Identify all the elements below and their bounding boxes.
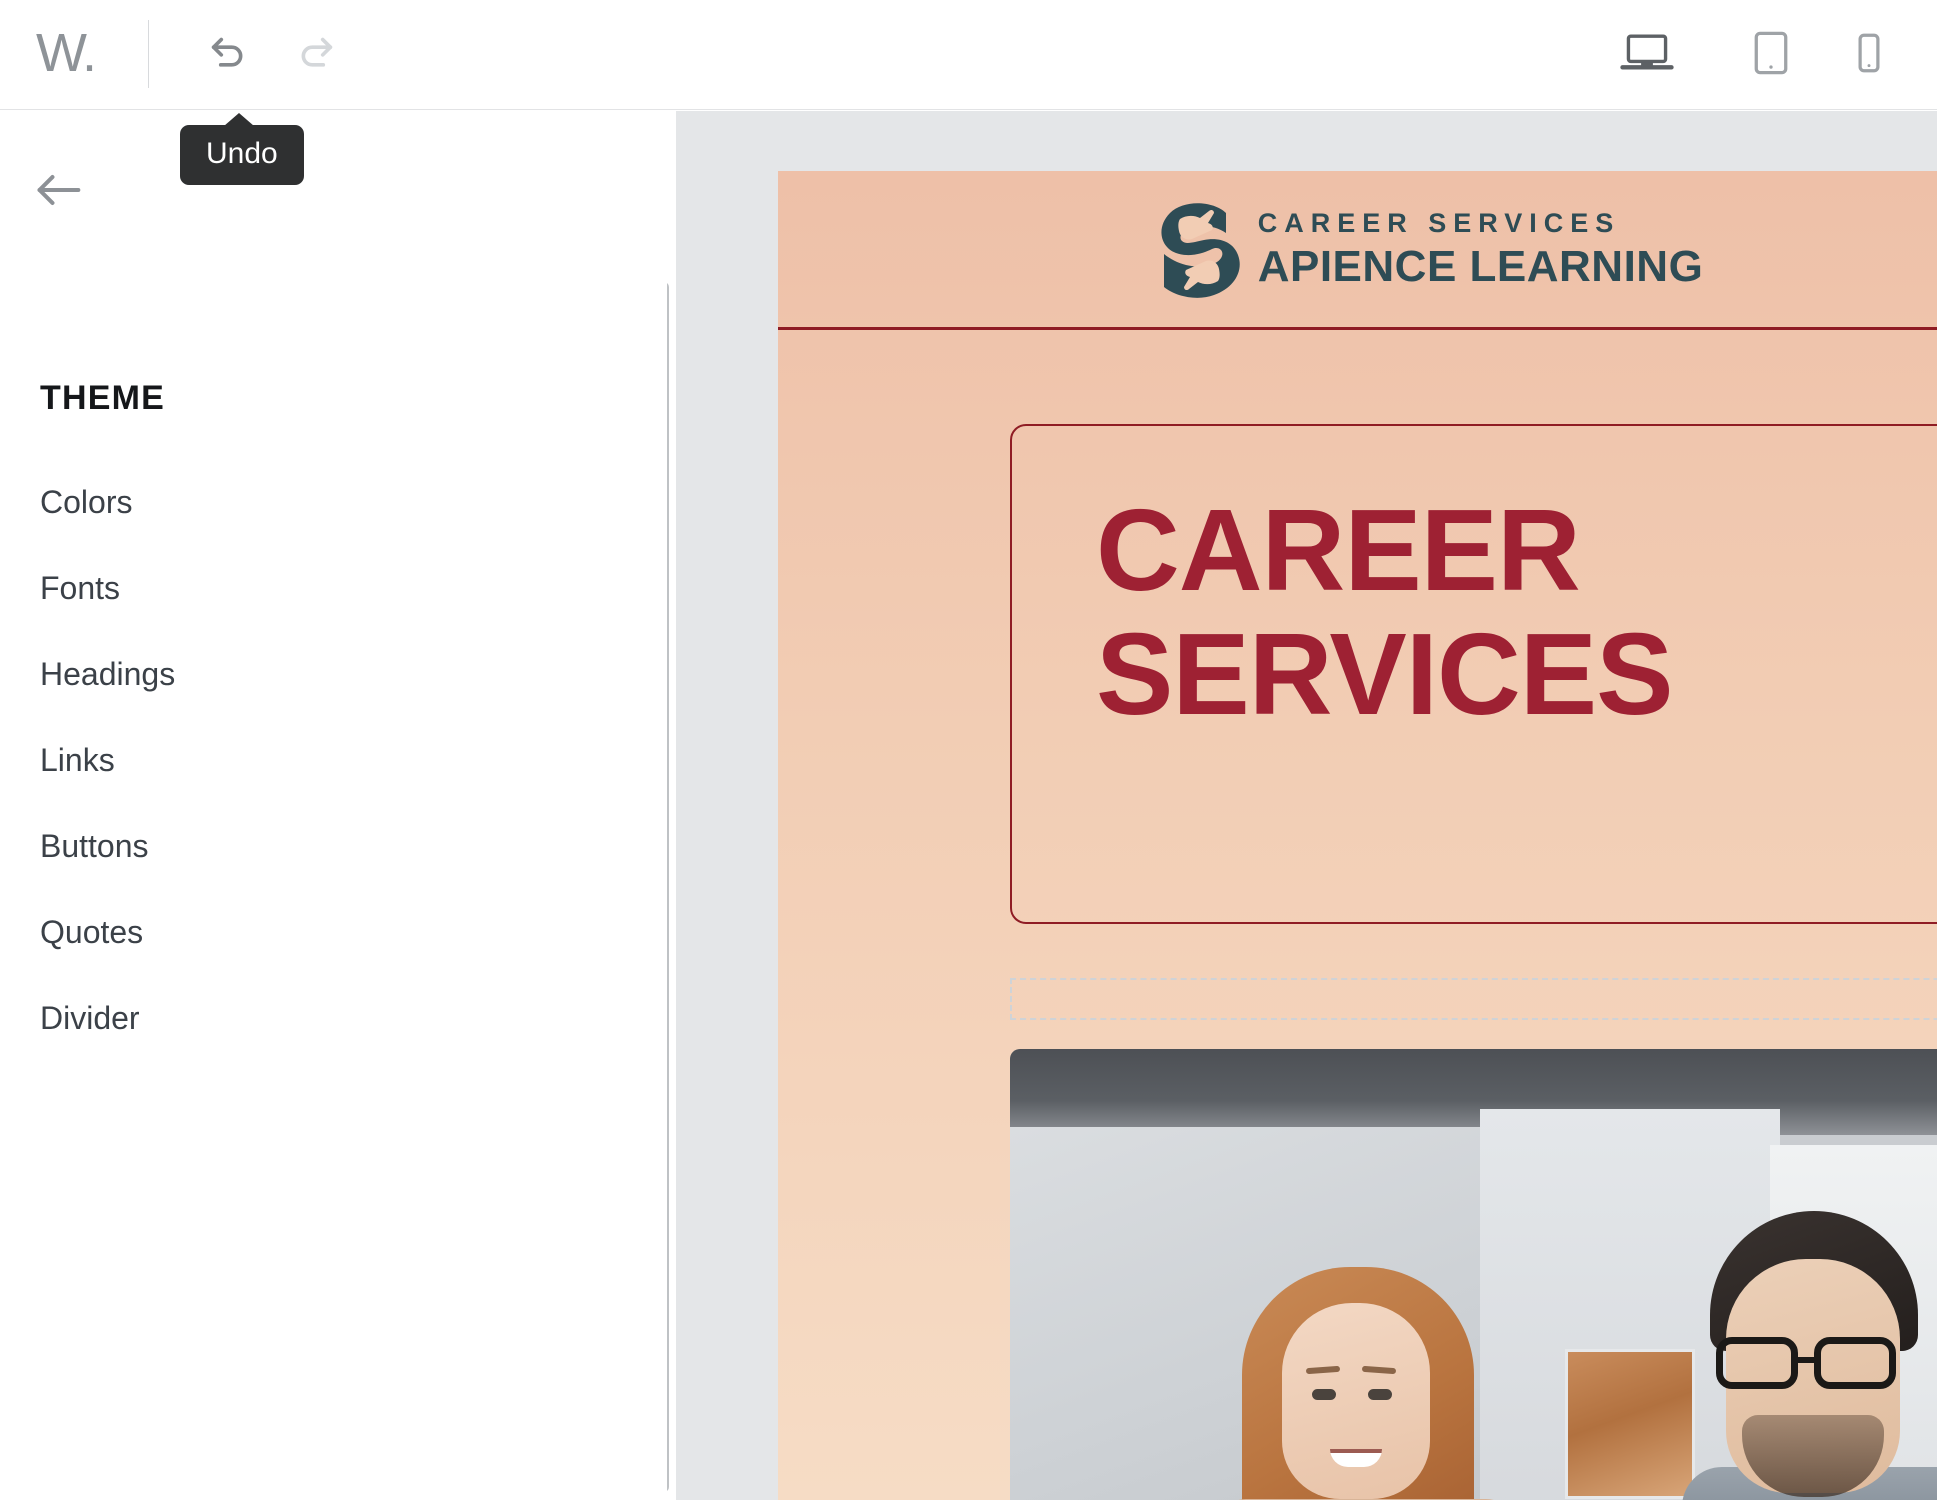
hero-heading-line-1: CAREER — [1096, 485, 1581, 615]
sapience-s-hands-logo-icon — [1152, 193, 1248, 305]
site-header-section[interactable]: CAREER SERVICES APIENCE LEARNING — [778, 171, 1937, 330]
back-button[interactable] — [34, 167, 96, 217]
device-preview-mobile-button[interactable] — [1834, 22, 1904, 88]
sidebar-item-divider[interactable]: Divider — [40, 975, 580, 1061]
sidebar-item-colors[interactable]: Colors — [40, 459, 580, 545]
app-logo[interactable]: W. — [36, 18, 97, 88]
page-title: THEME — [40, 379, 165, 417]
person-man-glasses-icon — [1716, 1337, 1912, 1389]
back-arrow-icon — [34, 170, 82, 215]
hero-image[interactable] — [1010, 1049, 1937, 1500]
device-preview-desktop-button[interactable] — [1612, 22, 1682, 88]
redo-arrow-icon — [293, 29, 339, 80]
top-toolbar: W. — [0, 0, 1937, 110]
glasses-lens-left — [1716, 1337, 1798, 1389]
person-woman-eye-left — [1312, 1389, 1336, 1400]
glasses-bridge — [1796, 1357, 1818, 1363]
sidebar-item-fonts[interactable]: Fonts — [40, 545, 580, 631]
sidebar-item-links[interactable]: Links — [40, 717, 580, 803]
theme-sidebar-panel: THEME Colors Fonts Headings Links Button… — [0, 111, 667, 1500]
theme-options-list: Colors Fonts Headings Links Buttons Quot… — [40, 459, 580, 1061]
photo-ceiling — [1010, 1049, 1937, 1135]
sidebar-item-buttons[interactable]: Buttons — [40, 803, 580, 889]
site-logo[interactable]: CAREER SERVICES APIENCE LEARNING — [1152, 193, 1704, 305]
redo-button[interactable] — [284, 22, 348, 86]
hero-heading-text[interactable]: CAREER SERVICES — [1096, 488, 1716, 736]
tablet-icon — [1753, 30, 1789, 81]
toolbar-divider — [148, 20, 149, 88]
sidebar-item-quotes[interactable]: Quotes — [40, 889, 580, 975]
undo-button[interactable] — [196, 22, 260, 86]
empty-block-placeholder[interactable] — [1010, 978, 1937, 1020]
logo-tagline: CAREER SERVICES — [1257, 208, 1621, 238]
person-woman-face — [1282, 1303, 1430, 1499]
device-preview-tablet-button[interactable] — [1736, 22, 1806, 88]
website-preview[interactable]: CAREER SERVICES APIENCE LEARNING CAREER … — [778, 171, 1937, 1500]
mobile-phone-icon — [1856, 32, 1882, 79]
hero-heading-line-2: SERVICES — [1096, 609, 1674, 739]
sidebar-item-headings[interactable]: Headings — [40, 631, 580, 717]
site-logo-text: CAREER SERVICES APIENCE LEARNING — [1258, 206, 1704, 292]
hero-heading-block[interactable]: CAREER SERVICES — [1010, 424, 1937, 924]
editor-canvas[interactable]: CAREER SERVICES APIENCE LEARNING CAREER … — [676, 111, 1937, 1500]
photo-wall-artwork — [1565, 1349, 1695, 1499]
logo-wordmark: APIENCE LEARNING — [1257, 242, 1704, 291]
person-woman-eye-right — [1368, 1389, 1392, 1400]
laptop-icon — [1620, 31, 1674, 80]
glasses-lens-right — [1814, 1337, 1896, 1389]
undo-arrow-icon — [205, 29, 251, 80]
